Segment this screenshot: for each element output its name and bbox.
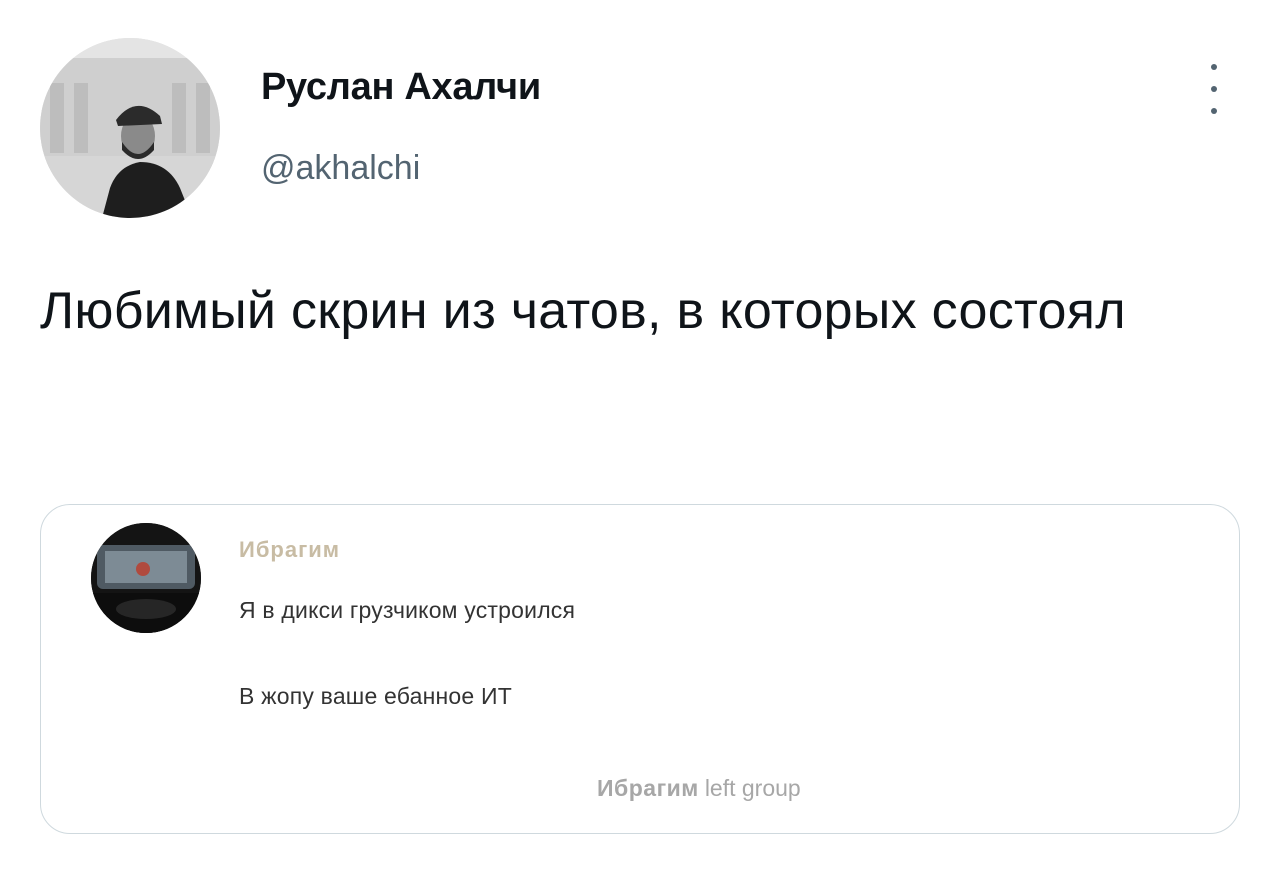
tweet-media-image[interactable]: Ибрагим Я в дикси грузчиком устроился В …: [40, 504, 1240, 834]
chat-avatar-photo: [91, 523, 201, 633]
author-display-name[interactable]: Руслан Ахалчи: [261, 66, 541, 109]
chat-sender-name: Ибрагим: [239, 537, 341, 562]
chat-message: Я в дикси грузчиком устроился: [239, 597, 576, 623]
chat-service-message: Ибрагим left group: [597, 775, 801, 802]
more-vertical-icon-dot: [1211, 108, 1217, 114]
more-vertical-icon: [1211, 64, 1217, 70]
service-message-action: left group: [704, 775, 801, 801]
author-avatar-photo: [40, 38, 220, 218]
more-options-button[interactable]: [1200, 64, 1228, 114]
author-avatar[interactable]: [40, 38, 220, 218]
chat-message: В жопу ваше ебанное ИТ: [239, 683, 512, 709]
more-vertical-icon-dot: [1211, 86, 1217, 92]
chat-sender-avatar: [91, 523, 201, 633]
service-message-name: Ибрагим: [597, 775, 699, 801]
author-handle[interactable]: @akhalchi: [261, 149, 420, 188]
tweet-text: Любимый скрин из чатов, в которых состоя…: [40, 282, 1126, 340]
